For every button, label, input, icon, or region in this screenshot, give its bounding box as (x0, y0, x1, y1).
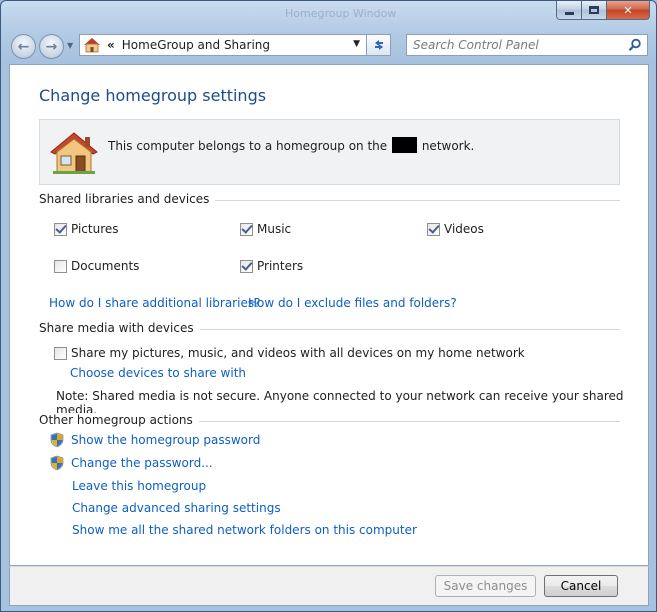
search-box[interactable] (406, 34, 648, 56)
back-arrow-icon: ← (17, 38, 30, 55)
music-checkbox[interactable]: Music (240, 222, 291, 236)
checkbox-box[interactable] (54, 222, 67, 236)
close-icon: ✕ (623, 3, 633, 17)
videos-checkbox[interactable]: Videos (427, 222, 484, 236)
share-media-checkbox[interactable]: Share my pictures, music, and videos wit… (54, 346, 525, 360)
back-button[interactable]: ← (11, 34, 36, 59)
uac-shield-icon (50, 432, 64, 448)
checkbox-box[interactable] (54, 346, 67, 360)
address-dropdown-icon[interactable]: ▼ (353, 39, 360, 49)
pictures-checkbox[interactable]: Pictures (54, 222, 119, 236)
minimize-button[interactable] (556, 1, 582, 20)
homegroup-status-text: This computer belongs to a homegroup on … (108, 137, 475, 153)
share-media-section: Share media with devices (39, 321, 620, 337)
forward-arrow-icon: → (45, 38, 58, 55)
chevron-down-icon: ▼ (67, 41, 74, 50)
checkbox-box[interactable] (240, 222, 253, 236)
checkbox-box[interactable] (240, 259, 253, 273)
uac-shield-icon (50, 455, 64, 471)
redacted-network-name (392, 137, 417, 153)
content-pane: Change homegroup settings This computer … (9, 64, 649, 566)
homegroup-info-panel: This computer belongs to a homegroup on … (39, 119, 620, 185)
control-panel-window: Homegroup Window ✕ ← → ▼ « HomeGroup and… (0, 0, 657, 612)
checkbox-label[interactable]: Share my pictures, music, and videos wit… (71, 346, 525, 360)
checkbox-label[interactable]: Music (257, 222, 291, 236)
forward-button[interactable]: → (39, 34, 64, 59)
page-title: Change homegroup settings (39, 86, 267, 105)
show-homegroup-password-link[interactable]: Show the homegroup password (71, 433, 260, 447)
address-bar[interactable]: « HomeGroup and Sharing ▼ (79, 34, 367, 56)
section-heading: Other homegroup actions (39, 413, 199, 427)
window-title: Homegroup Window (285, 7, 397, 20)
close-button[interactable]: ✕ (607, 1, 650, 20)
cancel-button[interactable]: Cancel (544, 575, 618, 597)
share-libraries-help-link[interactable]: How do I share additional libraries? (49, 296, 260, 310)
section-heading: Shared libraries and devices (39, 192, 216, 206)
checkbox-label[interactable]: Pictures (71, 222, 119, 236)
checkbox-box[interactable] (54, 259, 67, 273)
dialog-footer: Save changes Cancel (9, 566, 649, 606)
checkbox-label[interactable]: Documents (71, 259, 139, 273)
change-password-link[interactable]: Change the password... (71, 456, 213, 470)
choose-devices-link[interactable]: Choose devices to share with (70, 366, 246, 380)
breadcrumb-separator[interactable]: « (107, 38, 115, 52)
printers-checkbox[interactable]: Printers (240, 259, 303, 273)
save-changes-button[interactable]: Save changes (435, 575, 536, 597)
maximize-button[interactable] (582, 1, 607, 20)
homegroup-actions-section: Other homegroup actions (39, 413, 620, 429)
caption-buttons: ✕ (556, 1, 650, 21)
exclude-files-help-link[interactable]: How do I exclude files and folders? (248, 296, 457, 310)
search-input[interactable] (413, 38, 623, 52)
shared-libraries-section: Shared libraries and devices (39, 192, 620, 208)
recent-pages-dropdown[interactable]: ▼ (67, 41, 73, 50)
refresh-icon (374, 40, 383, 50)
documents-checkbox[interactable]: Documents (54, 259, 139, 273)
homegroup-icon (84, 38, 100, 53)
minimize-icon (564, 11, 574, 15)
maximize-icon (589, 6, 599, 14)
refresh-button[interactable] (367, 34, 391, 56)
breadcrumb-homegroup[interactable]: HomeGroup and Sharing (122, 38, 270, 52)
section-heading: Share media with devices (39, 321, 200, 335)
checkbox-box[interactable] (427, 222, 440, 236)
search-icon[interactable] (628, 38, 642, 52)
house-icon (50, 132, 98, 174)
advanced-sharing-link[interactable]: Change advanced sharing settings (72, 501, 281, 515)
leave-homegroup-link[interactable]: Leave this homegroup (72, 479, 206, 493)
checkbox-label[interactable]: Videos (444, 222, 484, 236)
shared-network-folders-link[interactable]: Show me all the shared network folders o… (72, 523, 417, 537)
checkbox-label[interactable]: Printers (257, 259, 303, 273)
